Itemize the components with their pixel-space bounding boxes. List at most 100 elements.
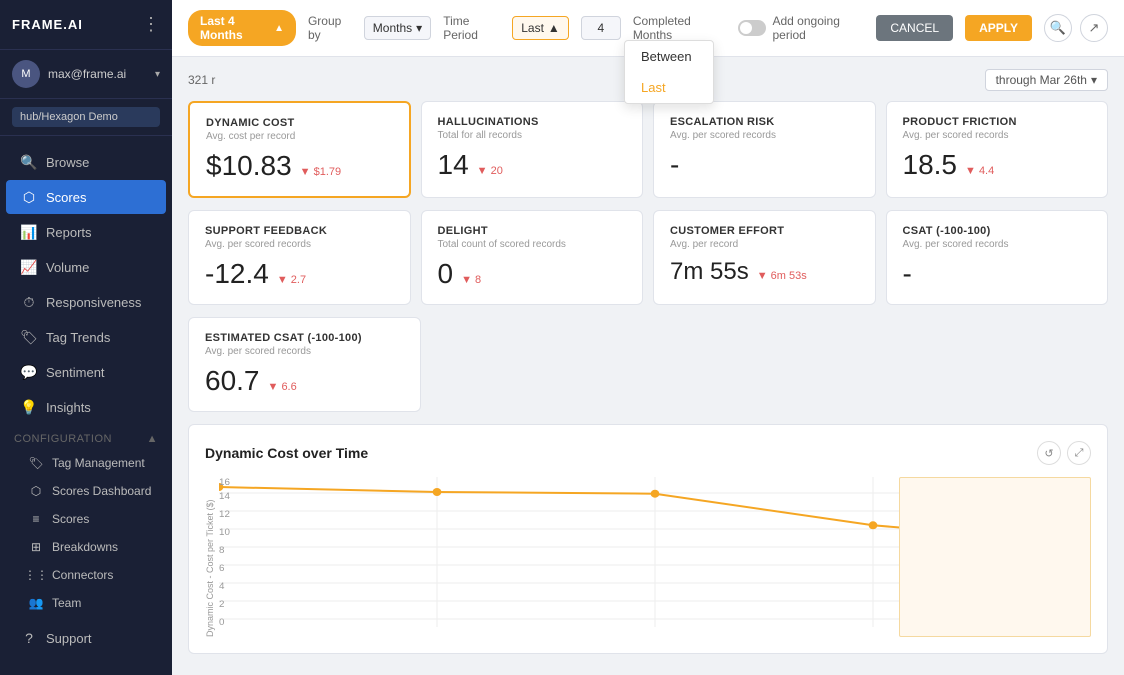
svg-text:8: 8: [219, 544, 224, 555]
dropdown-item-between[interactable]: Between: [625, 41, 713, 72]
sidebar-item-scores-label: Scores: [46, 190, 86, 205]
chart-y-label: Dynamic Cost - Cost per Ticket ($): [205, 477, 215, 637]
main-content: Last 4 Months ▲ Group by Months ▾ Time P…: [172, 0, 1124, 675]
config-section-header: Configuration ▲: [0, 425, 172, 449]
sidebar-item-connectors[interactable]: ⋮⋮ Connectors: [0, 561, 172, 589]
card-dynamic-cost[interactable]: DYNAMIC COST Avg. cost per record $10.83…: [188, 101, 411, 198]
insights-icon: 💡: [20, 398, 38, 416]
sidebar-item-tag-trends-label: Tag Trends: [46, 330, 110, 345]
group-by-label: Group by: [308, 14, 352, 42]
avatar: M: [12, 60, 40, 88]
sidebar-item-responsiveness[interactable]: ⏱ Responsiveness: [6, 285, 166, 319]
ongoing-period-toggle-wrap: Add ongoing period: [738, 14, 864, 42]
team-icon: 👥: [28, 595, 44, 611]
sentiment-icon: 💬: [20, 363, 38, 381]
card-delight[interactable]: DELIGHT Total count of scored records 0 …: [421, 210, 644, 305]
sidebar-item-browse-label: Browse: [46, 155, 89, 170]
record-info: 321 r: [188, 73, 215, 87]
chart-expand-button[interactable]: ⤢: [1067, 441, 1091, 465]
filter-pill[interactable]: Last 4 Months ▲: [188, 10, 296, 46]
sidebar-item-volume[interactable]: 📈 Volume: [6, 250, 166, 284]
sidebar-item-team-label: Team: [52, 596, 81, 610]
period-unit-label: Completed Months: [633, 14, 722, 42]
share-button[interactable]: ↗: [1080, 14, 1108, 42]
user-profile[interactable]: M max@frame.ai ▾: [0, 50, 172, 99]
card-dynamic-cost-change: ▼ $1.79: [300, 166, 341, 178]
scores-dashboard-icon: ⬡: [28, 483, 44, 499]
sidebar-item-insights[interactable]: 💡 Insights: [6, 390, 166, 424]
card-customer-effort-subtitle: Avg. per record: [670, 239, 859, 250]
card-customer-effort[interactable]: CUSTOMER EFFORT Avg. per record 7m 55s ▼…: [653, 210, 876, 305]
sidebar-item-scores-dashboard[interactable]: ⬡ Scores Dashboard: [0, 477, 172, 505]
cards-grid-row2: SUPPORT FEEDBACK Avg. per scored records…: [188, 210, 1108, 305]
search-icon: 🔍: [20, 153, 38, 171]
sidebar-item-sentiment[interactable]: 💬 Sentiment: [6, 355, 166, 389]
group-by-value: Months: [373, 21, 412, 35]
card-product-friction-change: ▼ 4.4: [965, 165, 994, 177]
sidebar-item-scores[interactable]: ⬡ Scores: [6, 180, 166, 214]
card-customer-effort-change: ▼ 6m 53s: [757, 270, 807, 282]
card-support-feedback-subtitle: Avg. per scored records: [205, 239, 394, 250]
sidebar-item-browse[interactable]: 🔍 Browse: [6, 145, 166, 179]
sidebar-item-connectors-label: Connectors: [52, 568, 113, 582]
card-csat[interactable]: CSAT (-100-100) Avg. per scored records …: [886, 210, 1109, 305]
cancel-button[interactable]: CANCEL: [876, 15, 953, 41]
sidebar-item-scores-config[interactable]: ≡ Scores: [0, 505, 172, 533]
card-support-feedback[interactable]: SUPPORT FEEDBACK Avg. per scored records…: [188, 210, 411, 305]
date-range-chevron-icon: ▾: [1091, 73, 1097, 87]
group-by-select[interactable]: Months ▾: [364, 16, 431, 40]
card-hallucinations-value: 14 ▼ 20: [438, 149, 627, 181]
card-hallucinations[interactable]: HALLUCINATIONS Total for all records 14 …: [421, 101, 644, 198]
sidebar-item-team[interactable]: 👥 Team: [0, 589, 172, 617]
card-escalation-risk-title: ESCALATION RISK: [670, 116, 859, 128]
chart-actions: ↺ ⤢: [1037, 441, 1091, 465]
sidebar-item-scores-dashboard-label: Scores Dashboard: [52, 484, 151, 498]
workspace-badge[interactable]: hub/Hexagon Demo: [12, 107, 160, 127]
chart-refresh-button[interactable]: ↺: [1037, 441, 1061, 465]
sidebar-item-tag-management[interactable]: 🏷 Tag Management: [0, 449, 172, 477]
card-product-friction[interactable]: PRODUCT FRICTION Avg. per scored records…: [886, 101, 1109, 198]
content-area: 321 r through Mar 26th ▾ DYNAMIC COST Av…: [172, 57, 1124, 675]
card-dynamic-cost-subtitle: Avg. cost per record: [206, 131, 393, 142]
svg-text:2: 2: [219, 598, 224, 609]
sidebar: FRAME.AI ⋮ M max@frame.ai ▾ hub/Hexagon …: [0, 0, 172, 675]
reports-icon: 📊: [20, 223, 38, 241]
sidebar-item-breakdowns[interactable]: ⊞ Breakdowns: [0, 533, 172, 561]
time-period-select[interactable]: Last ▲: [512, 16, 569, 40]
svg-text:4: 4: [219, 580, 224, 591]
card-support-feedback-value: -12.4 ▼ 2.7: [205, 258, 394, 290]
chart-svg: 0 2 4 6 8 10 12 14 16: [219, 477, 1091, 637]
card-escalation-risk-value: -: [670, 149, 859, 181]
filter-pill-arrow-icon: ▲: [274, 23, 284, 34]
search-button[interactable]: 🔍: [1044, 14, 1072, 42]
sidebar-header: FRAME.AI ⋮: [0, 0, 172, 50]
card-estimated-csat-title: ESTIMATED CSAT (-100-100): [205, 332, 404, 344]
card-escalation-risk[interactable]: ESCALATION RISK Avg. per scored records …: [653, 101, 876, 198]
scores-config-icon: ≡: [28, 511, 44, 527]
card-product-friction-title: PRODUCT FRICTION: [903, 116, 1092, 128]
ongoing-period-toggle[interactable]: [738, 20, 766, 36]
sidebar-item-tag-trends[interactable]: 🏷 Tag Trends: [6, 320, 166, 354]
time-period-dropdown: Between Last: [624, 40, 714, 104]
period-number-input[interactable]: 4: [581, 16, 621, 40]
volume-icon: 📈: [20, 258, 38, 276]
record-count: 321 r: [188, 73, 215, 87]
sidebar-item-support[interactable]: ? Support: [6, 621, 166, 655]
scores-icon: ⬡: [20, 188, 38, 206]
svg-text:14: 14: [219, 490, 230, 501]
apply-button[interactable]: APPLY: [965, 15, 1032, 41]
sidebar-item-support-label: Support: [46, 631, 92, 646]
sidebar-item-reports-label: Reports: [46, 225, 92, 240]
sidebar-item-tag-management-label: Tag Management: [52, 456, 145, 470]
dropdown-item-last[interactable]: Last: [625, 72, 713, 103]
card-customer-effort-value: 7m 55s ▼ 6m 53s: [670, 258, 859, 286]
menu-icon[interactable]: ⋮: [142, 14, 160, 35]
time-period-label: Time Period: [443, 14, 500, 42]
card-support-feedback-change: ▼ 2.7: [277, 274, 306, 286]
breakdowns-icon: ⊞: [28, 539, 44, 555]
card-product-friction-subtitle: Avg. per scored records: [903, 130, 1092, 141]
card-estimated-csat[interactable]: ESTIMATED CSAT (-100-100) Avg. per score…: [188, 317, 421, 412]
chart-title: Dynamic Cost over Time: [205, 445, 368, 461]
sidebar-item-responsiveness-label: Responsiveness: [46, 295, 141, 310]
sidebar-item-reports[interactable]: 📊 Reports: [6, 215, 166, 249]
